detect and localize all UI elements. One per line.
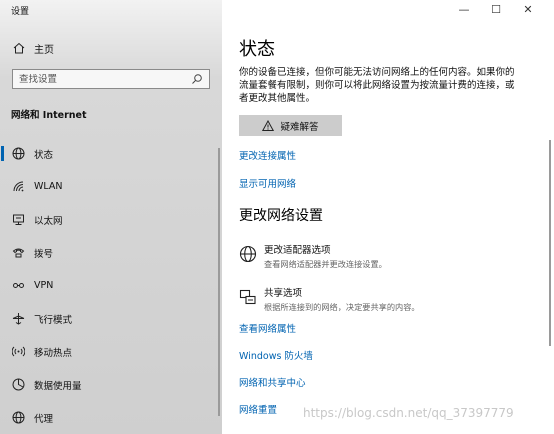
globe-icon	[11, 147, 25, 161]
sidebar-item-label: 拨号	[34, 248, 54, 260]
sidebar-item-dialup[interactable]: 拨号	[0, 236, 222, 269]
sidebar-item-airplane-mode[interactable]: 飞行模式	[0, 302, 222, 335]
network-sharing-center-link[interactable]: 网络和共享中心	[239, 375, 306, 389]
sidebar-item-wlan[interactable]: WLAN	[0, 170, 222, 203]
status-description: 你的设备已连接，但你可能无法访问网络上的任何内容。如果你的 流量套餐有限制，则你…	[239, 66, 531, 105]
sidebar-nav: 状态 WLAN 以太网 拨号 VPN 飞行模式 移动热点 数据使用量 代理	[0, 137, 222, 434]
status-description-line: 者更改其他属性。	[239, 93, 316, 104]
dialup-icon	[11, 246, 25, 260]
sidebar-item-vpn[interactable]: VPN	[0, 269, 222, 302]
option-subtitle: 查看网络适配器并更改连接设置。	[264, 259, 387, 269]
warning-icon	[262, 119, 275, 132]
proxy-globe-icon	[11, 411, 25, 425]
status-description-line: 你的设备已连接，但你可能无法访问网络上的任何内容。如果你的	[239, 67, 515, 78]
main-content: — ☐ ✕ 状态 你的设备已连接，但你可能无法访问网络上的任何内容。如果你的 流…	[222, 0, 554, 434]
sharing-icon	[239, 288, 257, 306]
option-title: 更改适配器选项	[264, 245, 331, 256]
sidebar-item-label: WLAN	[34, 181, 63, 192]
view-network-properties-link[interactable]: 查看网络属性	[239, 321, 296, 335]
sidebar-item-status[interactable]: 状态	[0, 137, 222, 170]
search-input[interactable]	[19, 73, 191, 85]
window-controls: — ☐ ✕	[448, 2, 544, 16]
home-icon	[11, 42, 27, 54]
sidebar-item-label: 以太网	[34, 215, 63, 227]
troubleshoot-button[interactable]: 疑难解答	[239, 115, 342, 136]
home-label: 主页	[34, 44, 54, 56]
option-subtitle: 根据所连接到的网络，决定要共享的内容。	[264, 302, 420, 312]
section-heading: 更改网络设置	[239, 208, 323, 224]
show-available-networks-link[interactable]: 显示可用网络	[239, 176, 296, 190]
watermark-text: https://blog.csdn.net/qq_37397779	[303, 406, 514, 420]
data-usage-icon	[11, 378, 25, 392]
home-nav-item[interactable]: 主页	[11, 40, 54, 56]
airplane-icon	[11, 312, 25, 326]
sidebar-item-ethernet[interactable]: 以太网	[0, 203, 222, 236]
sidebar: 设置 主页 网络和 Internet 状态 WLAN	[0, 0, 222, 434]
wifi-icon	[11, 180, 25, 194]
sidebar-item-label: 状态	[34, 149, 54, 161]
windows-firewall-link[interactable]: Windows 防火墙	[239, 348, 313, 362]
status-description-line: 流量套餐有限制，则你可以将此网络设置为按流量计费的连接，或	[239, 80, 515, 91]
ethernet-icon	[11, 213, 25, 227]
main-scrollbar[interactable]	[549, 140, 551, 346]
option-title: 共享选项	[264, 288, 303, 299]
sidebar-item-label: 移动热点	[34, 347, 73, 359]
hotspot-icon	[11, 345, 25, 359]
sidebar-item-hotspot[interactable]: 移动热点	[0, 335, 222, 368]
change-connection-properties-link[interactable]: 更改连接属性	[239, 148, 296, 162]
sidebar-item-label: 代理	[34, 413, 54, 425]
troubleshoot-label: 疑难解答	[280, 121, 319, 133]
close-button[interactable]: ✕	[512, 2, 544, 16]
section-title: 网络和 Internet	[11, 110, 87, 121]
sidebar-item-label: 数据使用量	[34, 380, 82, 392]
sidebar-item-proxy[interactable]: 代理	[0, 401, 222, 434]
window-title: 设置	[11, 7, 30, 17]
change-adapter-options[interactable]: 更改适配器选项 查看网络适配器并更改连接设置。	[239, 242, 387, 270]
search-icon[interactable]	[191, 73, 203, 85]
adapter-globe-icon	[239, 245, 257, 263]
sidebar-item-data-usage[interactable]: 数据使用量	[0, 368, 222, 401]
sharing-options[interactable]: 共享选项 根据所连接到的网络，决定要共享的内容。	[239, 285, 420, 313]
network-reset-link[interactable]: 网络重置	[239, 402, 277, 416]
minimize-button[interactable]: —	[448, 2, 480, 16]
sidebar-item-label: VPN	[34, 280, 54, 291]
maximize-button[interactable]: ☐	[480, 2, 512, 16]
sidebar-item-label: 飞行模式	[34, 314, 73, 326]
page-title: 状态	[239, 39, 275, 60]
search-box[interactable]	[12, 69, 210, 89]
vpn-icon	[11, 279, 25, 293]
sidebar-scrollbar[interactable]	[218, 148, 220, 416]
